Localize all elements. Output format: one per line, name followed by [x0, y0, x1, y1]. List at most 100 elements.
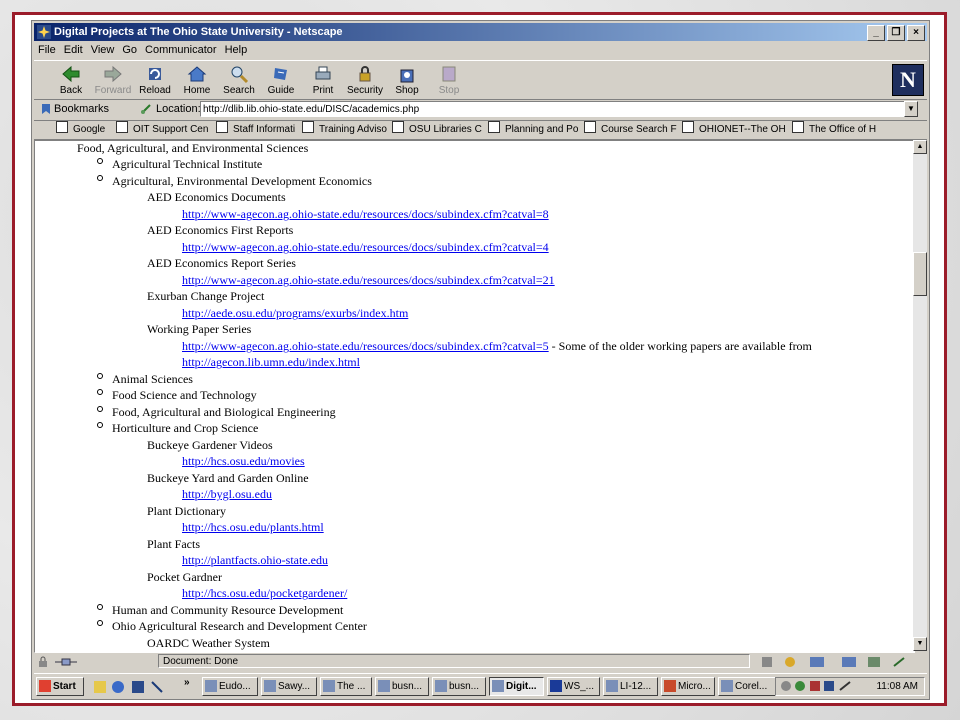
taskbar-item-busn-2[interactable]: busn... [432, 677, 486, 696]
quick-launch-icons[interactable] [92, 680, 178, 694]
bookmark-google[interactable]: Google [56, 121, 105, 139]
menu-edit[interactable]: Edit [60, 42, 87, 59]
resource-link[interactable]: http://www-agecon.ag.ohio-state.edu/reso… [182, 207, 549, 221]
resource-link[interactable]: http://www-agecon.ag.ohio-state.edu/reso… [182, 339, 812, 353]
guide-icon [274, 68, 287, 80]
scroll-down-button[interactable]: ▼ [913, 637, 927, 651]
taskbar-item-digital[interactable]: Digit... [489, 677, 544, 696]
resource-title: Exurban Change Project [147, 289, 265, 303]
bullet-icon [97, 175, 103, 181]
app-icon [323, 680, 335, 692]
list-item: Human and Community Resource Development [112, 603, 344, 617]
resource-link[interactable]: http://www-agecon.ag.ohio-state.edu/reso… [182, 240, 549, 254]
list-item: Animal Sciences [112, 372, 193, 386]
home-button[interactable]: Home [176, 61, 218, 99]
lock-icon [359, 66, 371, 82]
clock: 11:08 AM [876, 681, 918, 692]
resource-link[interactable]: http://agecon.lib.umn.edu/index.html [182, 355, 360, 369]
bookmark-page-icon [216, 121, 228, 133]
bookmark-page-icon [682, 121, 694, 133]
bookmark-office[interactable]: The Office of H [792, 121, 876, 139]
resource-title: Plant Dictionary [147, 504, 226, 518]
resource-link[interactable]: http://bygl.osu.edu [182, 487, 272, 501]
resource-link[interactable]: http://aede.osu.edu/programs/exurbs/inde… [182, 306, 408, 320]
shopping-bag-icon [400, 69, 414, 83]
list-item: Food Science and Technology [112, 388, 257, 402]
list-item: Ohio Agricultural Research and Developme… [112, 619, 367, 633]
forward-button[interactable]: Forward [92, 61, 134, 99]
taskbar-item-eudora[interactable]: Eudo... [202, 677, 258, 696]
app-icon [205, 680, 217, 692]
menu-communicator[interactable]: Communicator [141, 42, 221, 59]
taskbar-item-busn-1[interactable]: busn... [375, 677, 429, 696]
security-lock-icon[interactable] [36, 656, 50, 668]
window-title: Digital Projects at The Ohio State Unive… [54, 26, 343, 38]
list-item: Food, Agricultural and Biological Engine… [112, 405, 336, 419]
security-button[interactable]: Security [344, 61, 386, 99]
resource-link[interactable]: http://hcs.osu.edu/pocketgardener/ [182, 586, 347, 600]
url-dropdown-button[interactable]: ▼ [904, 101, 918, 117]
app-icon [664, 680, 676, 692]
vertical-scrollbar[interactable]: ▲ ▼ [913, 140, 927, 651]
resource-link[interactable]: http://www-agecon.ag.ohio-state.edu/reso… [182, 273, 555, 287]
resource-title: Buckeye Yard and Garden Online [147, 471, 309, 485]
bookmark-icon [42, 104, 50, 114]
taskbar-item-corel[interactable]: Corel... [718, 677, 776, 696]
start-button[interactable]: Start [36, 677, 84, 696]
taskbar-item-sawyer[interactable]: Sawy... [261, 677, 317, 696]
taskbar-item-microsoft[interactable]: Micro... [661, 677, 715, 696]
bookmark-oit-support[interactable]: OIT Support Cen [116, 121, 208, 139]
bookmarks-button[interactable]: Bookmarks [54, 103, 109, 115]
shop-button[interactable]: Shop [386, 61, 428, 99]
taskbar-item-li[interactable]: LI-12... [603, 677, 658, 696]
bookmark-page-icon [792, 121, 804, 133]
taskbar-item-ws-ftp[interactable]: WS_... [547, 677, 600, 696]
back-button[interactable]: Back [50, 61, 92, 99]
netscape-logo[interactable]: N [892, 64, 924, 96]
bookmark-planning[interactable]: Planning and Po [488, 121, 578, 139]
resource-title: Pocket Gardner [147, 570, 222, 584]
page-content: Food, Agricultural, and Environmental Sc… [34, 140, 915, 653]
search-button[interactable]: Search [218, 61, 260, 99]
title-bar[interactable]: Digital Projects at The Ohio State Unive… [34, 23, 927, 41]
bookmark-course-search[interactable]: Course Search F [584, 121, 677, 139]
component-bar-icons[interactable] [762, 656, 912, 668]
resource-link[interactable]: http://hcs.osu.edu/movies [182, 454, 305, 468]
netscape-app-icon [37, 25, 51, 39]
tray-icons[interactable] [780, 680, 860, 693]
browser-window: Digital Projects at The Ohio State Unive… [31, 20, 930, 700]
minimize-button[interactable]: _ [867, 25, 885, 41]
close-button[interactable]: × [907, 25, 925, 41]
menu-go[interactable]: Go [118, 42, 141, 59]
taskbar-item-the[interactable]: The ... [320, 677, 372, 696]
app-icon [606, 680, 618, 692]
resource-link[interactable]: http://hcs.osu.edu/plants.html [182, 520, 324, 534]
print-button[interactable]: Print [302, 61, 344, 99]
guide-button[interactable]: Guide [260, 61, 302, 99]
app-icon [550, 680, 562, 692]
connection-icon [55, 658, 77, 666]
stop-button[interactable]: Stop [428, 61, 470, 99]
bookmark-staff-info[interactable]: Staff Informati [216, 121, 295, 139]
menu-view[interactable]: View [87, 42, 119, 59]
bookmark-training-advisor[interactable]: Training Adviso [302, 121, 387, 139]
bookmark-osu-libraries[interactable]: OSU Libraries C [392, 121, 482, 139]
maximize-button[interactable]: ❐ [887, 25, 905, 41]
bookmark-page-icon [392, 121, 404, 133]
scroll-thumb[interactable] [913, 252, 927, 296]
bookmark-page-icon [488, 121, 500, 133]
section-heading: Food, Agricultural, and Environmental Sc… [77, 141, 309, 155]
bullet-icon [97, 406, 103, 412]
menu-file[interactable]: File [34, 42, 60, 59]
bullet-icon [97, 604, 103, 610]
quick-launch-overflow[interactable]: » [184, 677, 190, 688]
scroll-up-button[interactable]: ▲ [913, 140, 927, 154]
reload-button[interactable]: Reload [134, 61, 176, 99]
menu-help[interactable]: Help [221, 42, 252, 59]
page-proxy-icon[interactable] [140, 103, 152, 115]
url-field[interactable]: http://dlib.lib.ohio-state.edu/DISC/acad… [200, 101, 905, 117]
resource-link[interactable]: http://plantfacts.ohio-state.edu [182, 553, 328, 567]
bookmark-ohionet[interactable]: OHIONET--The OH [682, 121, 786, 139]
location-bar: Bookmarks Location: http://dlib.lib.ohio… [34, 100, 927, 121]
home-icon [187, 66, 207, 82]
